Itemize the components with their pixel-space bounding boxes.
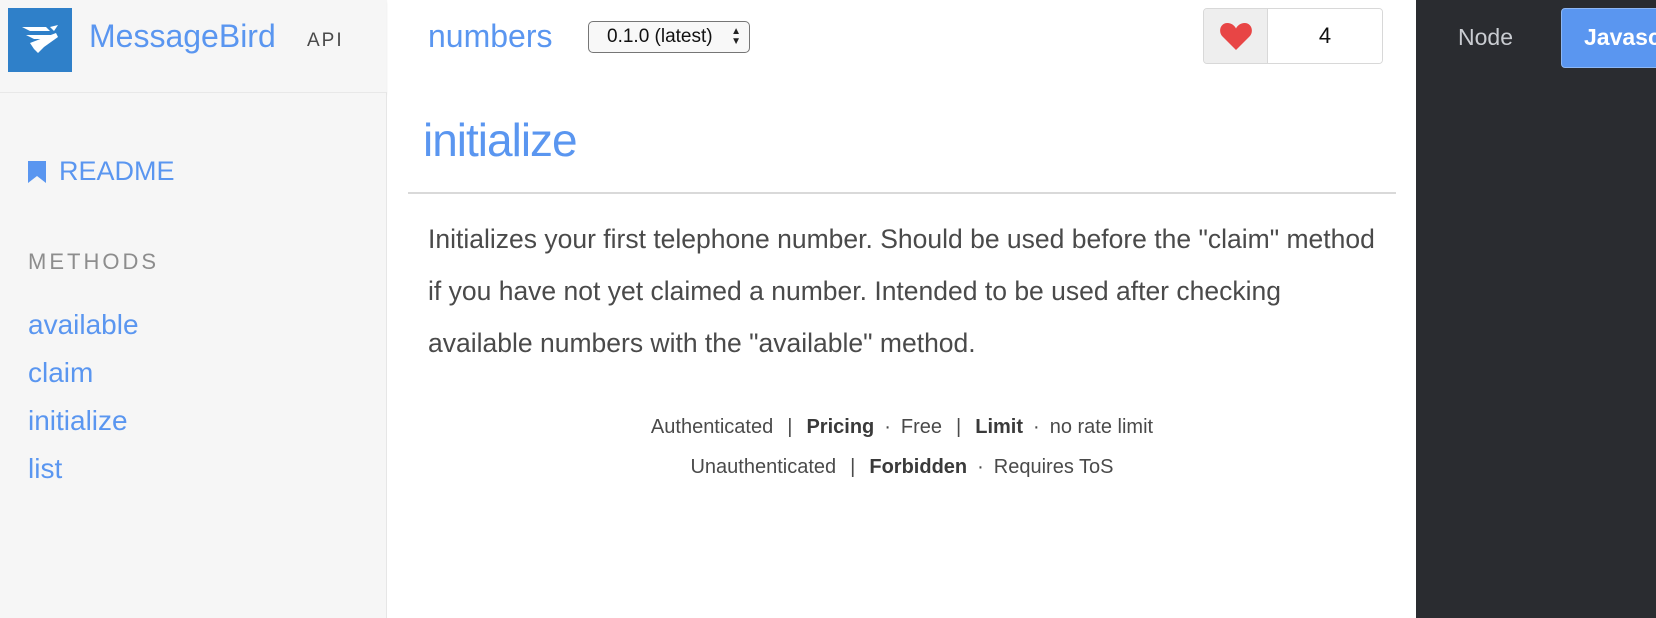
lang-tab-node[interactable]: Node	[1458, 24, 1513, 51]
methods-list: available claim initialize list	[28, 305, 139, 497]
messagebird-logo[interactable]	[8, 8, 72, 72]
pricing-value: Free	[900, 416, 943, 438]
code-panel: Node Javascript	[1416, 0, 1656, 618]
method-link-list[interactable]: list	[28, 449, 139, 497]
limit-key: Limit	[975, 416, 1024, 438]
like-count: 4	[1268, 9, 1382, 63]
like-button[interactable]	[1204, 9, 1268, 63]
sidebar: MessageBird API README METHODS available…	[0, 0, 387, 618]
pricing-key: Pricing	[806, 416, 875, 438]
methods-heading: METHODS	[28, 249, 159, 274]
limit-value: no rate limit	[1049, 416, 1154, 438]
dot-separator: ·	[884, 416, 891, 438]
status-key: Forbidden	[869, 456, 968, 478]
method-link-initialize[interactable]: initialize	[28, 401, 139, 449]
separator: |	[956, 416, 962, 438]
bookmark-icon	[28, 160, 46, 183]
like-widget: 4	[1203, 8, 1383, 64]
dot-separator: ·	[1033, 416, 1040, 438]
top-bar: numbers 0.1.0 (latest) ▲ ▼ 4	[388, 0, 1416, 93]
separator: |	[850, 456, 856, 478]
main-content: initialize Initializes your first teleph…	[388, 93, 1416, 618]
auth-label: Authenticated	[650, 416, 774, 438]
brand-header: MessageBird API	[0, 0, 387, 93]
readme-link[interactable]: README	[27, 156, 175, 187]
status-value: Requires ToS	[993, 456, 1114, 478]
meta-row-unauthenticated: Unauthenticated | Forbidden · Requires ToS	[388, 456, 1416, 479]
bird-logo-icon	[22, 25, 58, 53]
page-title: initialize	[423, 114, 578, 166]
service-name[interactable]: numbers	[428, 18, 553, 55]
method-link-claim[interactable]: claim	[28, 353, 139, 401]
dot-separator: ·	[977, 456, 984, 478]
version-select[interactable]: 0.1.0 (latest) ▲ ▼	[588, 21, 750, 53]
brand-api-tag: API	[307, 30, 344, 51]
unauth-label: Unauthenticated	[690, 456, 837, 478]
meta-row-authenticated: Authenticated | Pricing · Free | Limit · no rate…	[388, 416, 1416, 439]
brand-name[interactable]: MessageBird	[89, 18, 276, 55]
separator: |	[787, 416, 793, 438]
method-link-available[interactable]: available	[28, 305, 139, 353]
select-arrows-icon: ▲ ▼	[731, 26, 741, 47]
version-selected-value: 0.1.0 (latest)	[607, 26, 713, 47]
method-description: Initializes your first telephone number.…	[428, 224, 1375, 358]
readme-label: README	[59, 156, 175, 186]
title-divider	[408, 192, 1396, 194]
heart-icon	[1219, 23, 1252, 50]
lang-tab-javascript[interactable]: Javascript	[1561, 8, 1656, 68]
